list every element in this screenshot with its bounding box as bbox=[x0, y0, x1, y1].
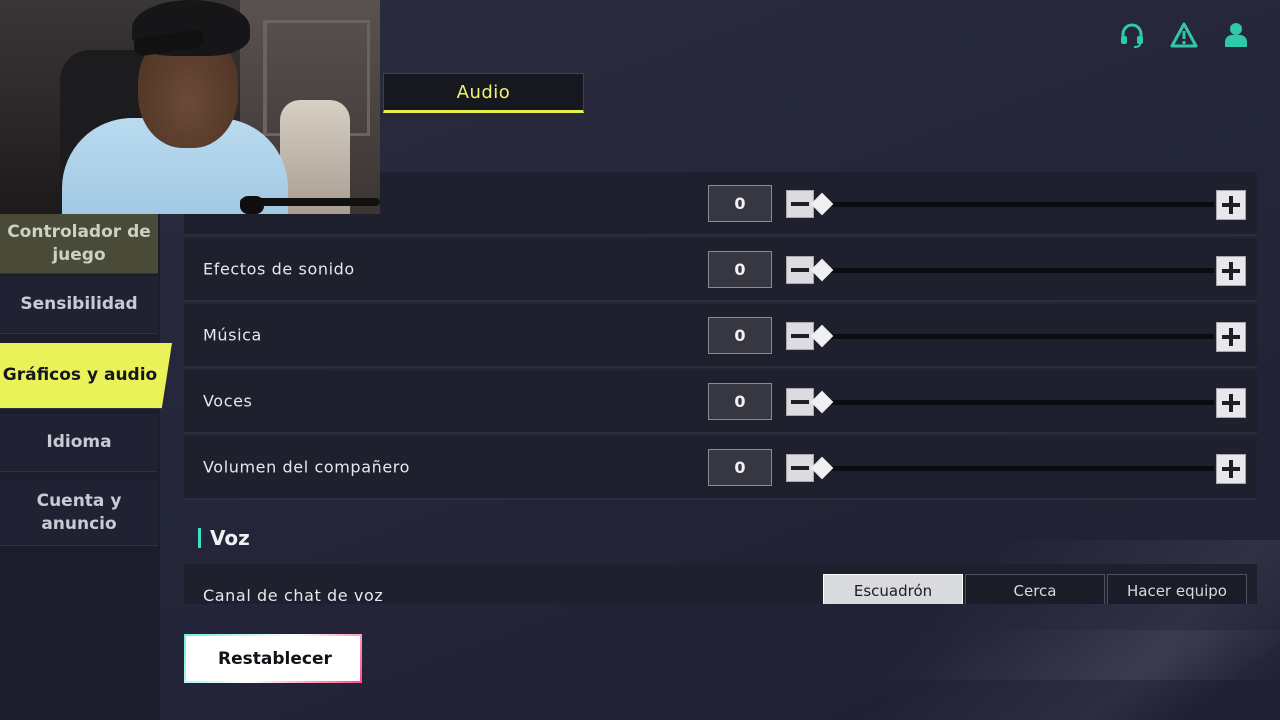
row-label: Música bbox=[203, 325, 262, 345]
volume-value-input[interactable]: 0 bbox=[708, 317, 772, 354]
voice-option-cerca[interactable]: Cerca bbox=[965, 574, 1105, 604]
slider-track[interactable] bbox=[824, 268, 1214, 273]
sidebar-item-label: Controlador de juego bbox=[7, 221, 151, 265]
background-streak bbox=[866, 630, 1280, 720]
tab-audio[interactable]: Audio bbox=[383, 73, 584, 113]
row-label: Canal de chat de voz bbox=[203, 586, 384, 604]
volume-row-voices: Voces 0 bbox=[184, 370, 1257, 434]
voice-option-hacer-equipo[interactable]: Hacer equipo bbox=[1107, 574, 1247, 604]
warning-icon[interactable] bbox=[1170, 20, 1198, 50]
increase-button[interactable] bbox=[1216, 190, 1246, 220]
slider-thumb[interactable] bbox=[810, 192, 834, 216]
section-accent-bar bbox=[198, 528, 201, 548]
background-streak bbox=[881, 540, 1280, 680]
row-label: Voces bbox=[203, 391, 253, 411]
sidebar-item-cuenta-anuncio[interactable]: Cuenta y anuncio bbox=[0, 480, 158, 546]
webcam-coat bbox=[280, 100, 350, 214]
reset-button[interactable]: Restablecer bbox=[184, 634, 362, 683]
sidebar: Controlador de juego Sensibilidad Gráfic… bbox=[0, 214, 172, 720]
section-header-voz: Voz bbox=[198, 526, 250, 550]
sidebar-item-graficos-audio[interactable]: Gráficos y audio bbox=[0, 343, 172, 409]
volume-row-teammate: Volumen del compañero 0 bbox=[184, 436, 1257, 500]
volume-value-input[interactable]: 0 bbox=[708, 449, 772, 486]
volume-value-input[interactable]: 0 bbox=[708, 185, 772, 222]
sidebar-item-controlador[interactable]: Controlador de juego bbox=[0, 214, 158, 274]
volume-value-input[interactable]: 0 bbox=[708, 383, 772, 420]
voice-channel-selector: Escuadrón Cerca Hacer equipo bbox=[823, 574, 1249, 604]
webcam-microphone bbox=[240, 196, 264, 214]
increase-button[interactable] bbox=[1216, 256, 1246, 286]
volume-value-input[interactable]: 0 bbox=[708, 251, 772, 288]
sidebar-item-sensibilidad[interactable]: Sensibilidad bbox=[0, 276, 158, 334]
voice-option-escuadron[interactable]: Escuadrón bbox=[823, 574, 963, 604]
slider-track[interactable] bbox=[824, 202, 1214, 207]
slider-thumb[interactable] bbox=[810, 456, 834, 480]
profile-icon[interactable] bbox=[1222, 20, 1250, 50]
sidebar-item-idioma[interactable]: Idioma bbox=[0, 414, 158, 472]
voice-channel-row: Canal de chat de voz Escuadrón Cerca Hac… bbox=[184, 564, 1257, 604]
sidebar-item-label: Sensibilidad bbox=[20, 294, 138, 314]
slider-thumb[interactable] bbox=[810, 390, 834, 414]
slider-track[interactable] bbox=[824, 466, 1214, 471]
slider-track[interactable] bbox=[824, 400, 1214, 405]
slider-thumb[interactable] bbox=[810, 258, 834, 282]
webcam-overlay bbox=[0, 0, 380, 214]
increase-button[interactable] bbox=[1216, 388, 1246, 418]
slider-track[interactable] bbox=[824, 334, 1214, 339]
top-icons bbox=[1118, 20, 1250, 50]
increase-button[interactable] bbox=[1216, 454, 1246, 484]
row-label: Efectos de sonido bbox=[203, 259, 355, 279]
slider-thumb[interactable] bbox=[810, 324, 834, 348]
sidebar-item-label: Cuenta y anuncio bbox=[36, 490, 122, 534]
sidebar-item-label: Idioma bbox=[46, 432, 112, 452]
sidebar-item-label: Gráficos y audio bbox=[2, 365, 158, 385]
volume-row-sound-effects: Efectos de sonido 0 bbox=[184, 238, 1257, 302]
increase-button[interactable] bbox=[1216, 322, 1246, 352]
row-label: Volumen del compañero bbox=[203, 457, 410, 477]
volume-row-music: Música 0 bbox=[184, 304, 1257, 368]
section-title: Voz bbox=[210, 526, 250, 550]
headset-icon[interactable] bbox=[1118, 20, 1146, 50]
